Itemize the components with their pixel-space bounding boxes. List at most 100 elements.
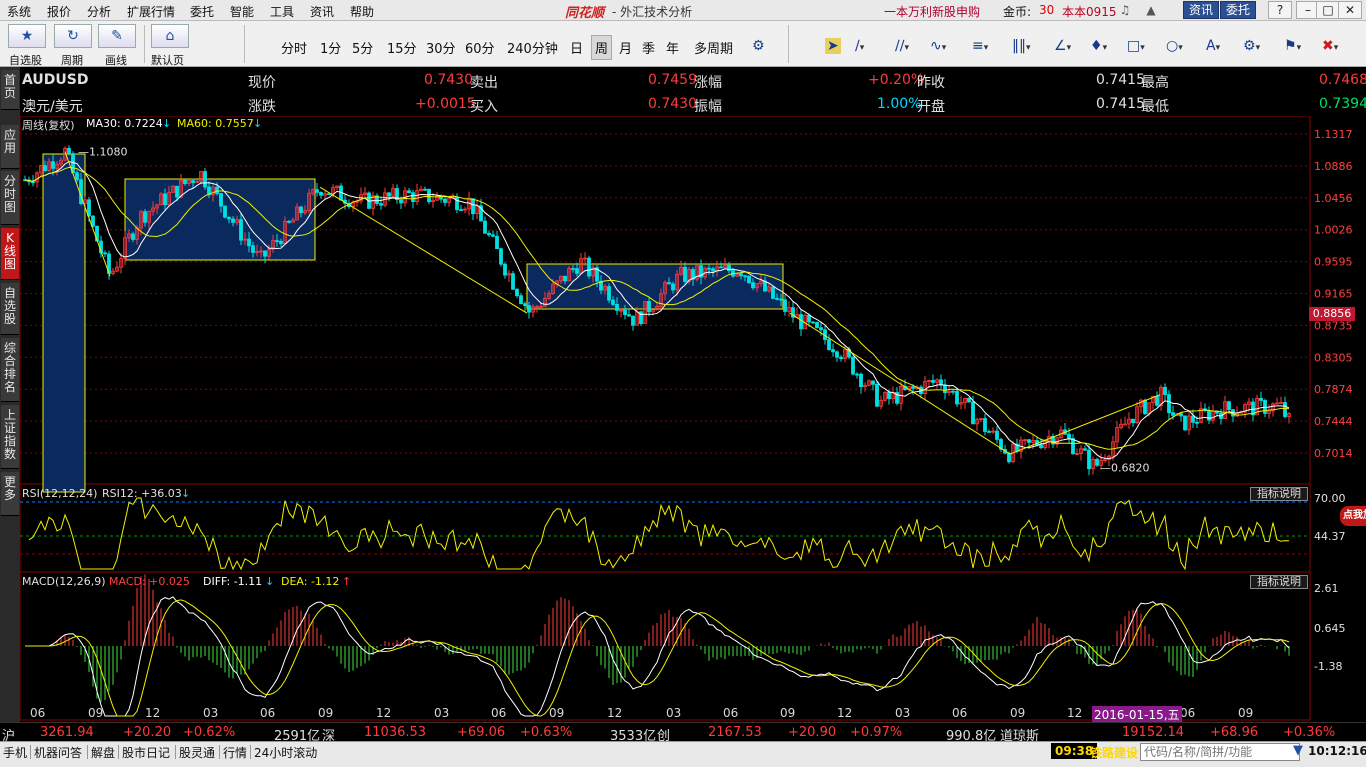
parallel-line-icon[interactable]: ∕∕▾: [895, 38, 909, 54]
settings-gear-icon[interactable]: ⚙: [752, 38, 765, 54]
trade-button[interactable]: 委托: [1220, 1, 1257, 19]
period-30min[interactable]: 30分: [426, 38, 456, 57]
trend-line: [789, 312, 1011, 455]
status-review[interactable]: 解盘: [91, 744, 115, 761]
menu-smart[interactable]: 智能: [230, 3, 254, 20]
diff-arrow-icon: ↓: [265, 575, 275, 588]
status-24h-scroll[interactable]: 24小时滚动: [254, 744, 317, 761]
fibonacci-icon[interactable]: ≡▾: [972, 38, 988, 54]
tab-timeline[interactable]: 分时图: [1, 171, 19, 225]
close-icon[interactable]: ✕: [1338, 1, 1362, 19]
gann-icon[interactable]: ‖‖▾: [1012, 38, 1031, 54]
menu-quote[interactable]: 报价: [47, 3, 71, 20]
cursor-date-label: 2016-01-15,五: [1092, 706, 1182, 723]
status-quotes[interactable]: 行情: [223, 744, 247, 761]
speed-up-button[interactable]: 点我加速: [1340, 506, 1366, 526]
shirt-icon[interactable]: ▲: [1143, 3, 1159, 18]
status-diary[interactable]: 股市日记: [122, 744, 170, 761]
label-high: 最高: [1141, 75, 1169, 91]
candle-body: [519, 295, 523, 305]
rsi-explain-button[interactable]: 指标说明: [1250, 487, 1308, 501]
candle-body: [515, 288, 519, 297]
kline-chart[interactable]: 1.1317 1.0886 1.0456 1.0026 0.9595 0.9165 0.87…: [20, 116, 1366, 721]
tab-kline[interactable]: K线图: [1, 228, 19, 280]
macd-explain-button[interactable]: 指标说明: [1250, 575, 1308, 589]
text-tool-icon[interactable]: A▾: [1206, 38, 1220, 54]
tab-sh-index[interactable]: 上证指数: [1, 405, 19, 469]
candle-body: [943, 384, 947, 394]
angle-tool-icon[interactable]: ∠▾: [1054, 38, 1071, 54]
candle-body: [1227, 401, 1231, 411]
candle-body: [939, 379, 943, 386]
period-month[interactable]: 月: [619, 38, 632, 57]
chart-canvas[interactable]: 1.1317 1.0886 1.0456 1.0026 0.9595 0.9165 0.87…: [20, 116, 1366, 721]
period-icon[interactable]: ↻: [54, 24, 92, 48]
candle-body: [875, 383, 879, 407]
menu-analysis[interactable]: 分析: [87, 3, 111, 20]
draw-line-label[interactable]: 画线: [105, 52, 127, 68]
ellipse-tool-icon[interactable]: ○▾: [1166, 38, 1183, 54]
tab-more[interactable]: 更多: [1, 472, 19, 516]
watchlist-icon[interactable]: ★: [8, 24, 46, 48]
candle-body: [51, 161, 55, 169]
watchlist-label[interactable]: 自选股: [9, 52, 42, 68]
bookmark-icon[interactable]: ⚑▾: [1284, 38, 1301, 54]
candle-body: [835, 351, 839, 358]
tab-home[interactable]: 首页: [1, 70, 19, 110]
period-day[interactable]: 日: [570, 38, 583, 57]
promo-link[interactable]: 一本万利新股申购: [884, 3, 980, 20]
candle-body: [1095, 458, 1099, 466]
help-window-icon[interactable]: ?: [1268, 1, 1292, 19]
menu-system[interactable]: 系统: [7, 3, 31, 20]
period-60min[interactable]: 60分: [465, 38, 495, 57]
period-year[interactable]: 年: [666, 38, 679, 57]
menu-extended[interactable]: 扩展行情: [127, 3, 175, 20]
menu-trade[interactable]: 委托: [190, 3, 214, 20]
status-stock-link[interactable]: 股灵通: [179, 744, 215, 761]
period-multi[interactable]: 多周期: [694, 38, 733, 57]
default-page-label[interactable]: 默认页: [151, 52, 184, 68]
pointer-icon[interactable]: ➤: [825, 38, 841, 54]
time-tick-label: 03: [666, 706, 682, 720]
gold-label: 金币:: [1003, 5, 1032, 19]
period-season[interactable]: 季: [642, 38, 655, 57]
delete-icon[interactable]: ✖▾: [1322, 38, 1338, 54]
menu-news[interactable]: 资讯: [310, 3, 334, 20]
menu-help[interactable]: 帮助: [350, 3, 374, 20]
line-tool-icon[interactable]: ∕▾: [855, 38, 864, 54]
period-timeline[interactable]: 分时: [281, 38, 307, 57]
dropdown-icon[interactable]: ▼: [1293, 743, 1303, 758]
news-button[interactable]: 资讯: [1183, 1, 1220, 19]
candle-body: [747, 275, 751, 284]
username[interactable]: 本本0915: [1062, 3, 1117, 20]
time-tick-label: 06: [491, 706, 507, 720]
news-ticker[interactable]: 铁路建设: [1090, 744, 1138, 761]
period-week[interactable]: 周: [591, 35, 613, 60]
period-1min[interactable]: 1分: [320, 38, 341, 57]
tab-watchlist[interactable]: 自选股: [1, 283, 19, 335]
period-240min[interactable]: 240分钟: [507, 38, 558, 57]
tab-ranking[interactable]: 综合排名: [1, 338, 19, 402]
period-5min[interactable]: 5分: [352, 38, 373, 57]
maximize-icon[interactable]: □: [1316, 1, 1340, 19]
candle-body: [783, 299, 787, 312]
index-ticker[interactable]: 沪 3261.94 +20.20 +0.62% 2591亿 深 11036.53…: [0, 722, 1366, 744]
status-mobile[interactable]: 手机: [3, 744, 27, 761]
period-label[interactable]: 周期: [61, 52, 83, 68]
home-page-icon[interactable]: ⌂: [151, 24, 189, 48]
draw-line-icon[interactable]: ✎: [98, 24, 136, 48]
period-15min[interactable]: 15分: [387, 38, 417, 57]
price-tick-label: 1.1317: [1314, 128, 1353, 141]
bell-icon[interactable]: ♫: [1117, 3, 1133, 18]
wave-tool-icon[interactable]: ∿▾: [930, 38, 946, 54]
draw-settings-icon[interactable]: ⚙▾: [1243, 38, 1260, 54]
rectangle-tool-icon[interactable]: □▾: [1127, 38, 1145, 54]
code-search-input[interactable]: [1140, 743, 1300, 761]
candle-body: [1007, 452, 1011, 463]
channel-tool-icon[interactable]: ♦▾: [1090, 38, 1107, 54]
trend-line: [319, 186, 528, 314]
dj-value: 19152.14: [1122, 725, 1185, 740]
tab-apps[interactable]: 应用: [1, 125, 19, 169]
menu-tools[interactable]: 工具: [270, 3, 294, 20]
status-qa[interactable]: 机器问答: [34, 744, 82, 761]
